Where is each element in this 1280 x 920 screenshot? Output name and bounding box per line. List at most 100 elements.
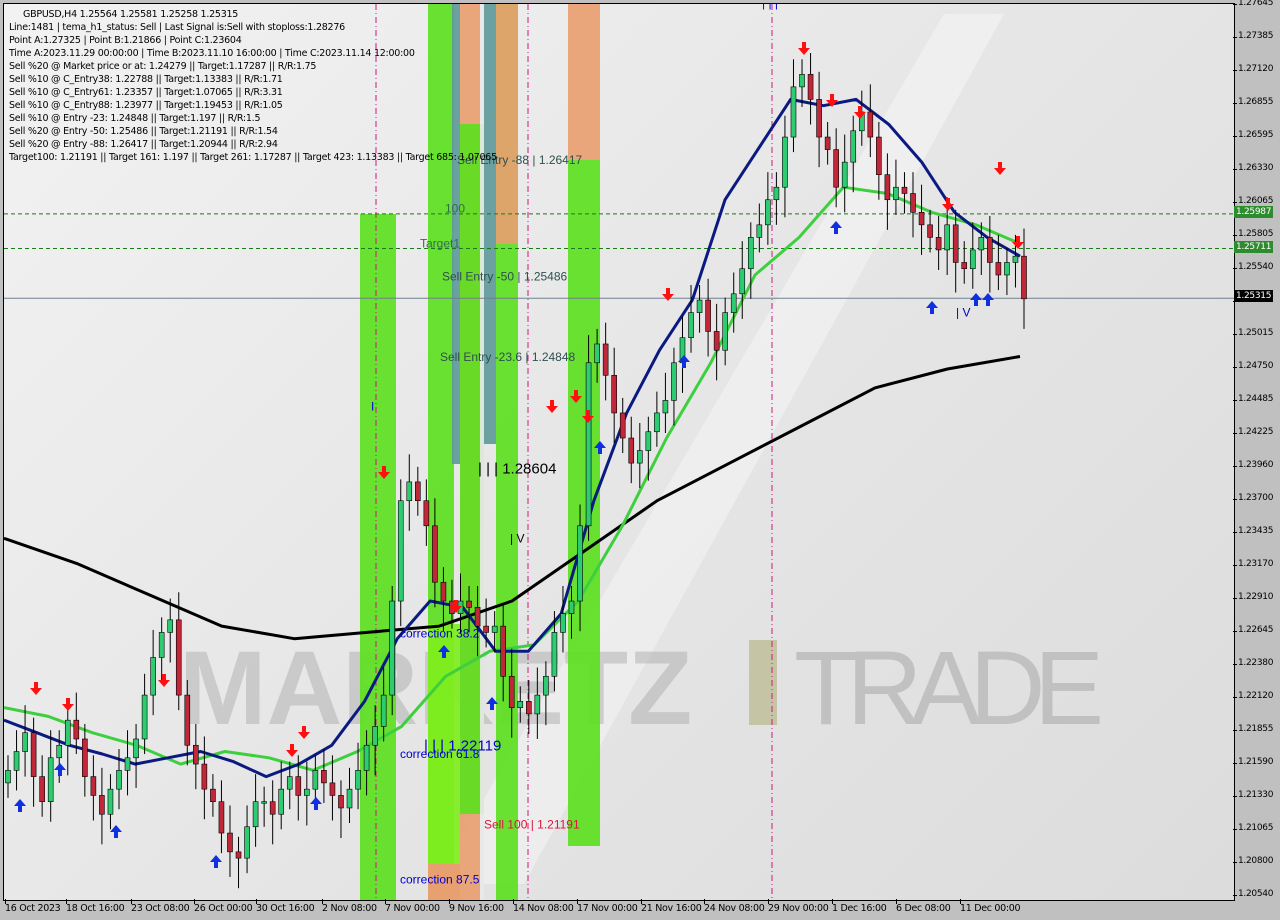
x-tick-label: 14 Nov 08:00 <box>513 899 574 914</box>
sell-arrow-icon <box>798 42 810 55</box>
bear-candle-body <box>440 581 447 602</box>
candle <box>1004 247 1010 296</box>
level-price-label: 1.25711 <box>1234 240 1274 253</box>
chart-annotation: Sell 100 | 1.21191 <box>484 817 580 831</box>
bull-candle-body <box>389 600 396 696</box>
bear-candle-body <box>483 625 489 633</box>
info-line: Point A:1.27325 | Point B:1.21866 | Poin… <box>9 35 242 46</box>
bear-candle-body <box>807 74 814 100</box>
candle <box>304 761 310 826</box>
info-line: Sell %10 @ Entry -23: 1.24848 || Target:… <box>9 113 261 124</box>
bull-candle-body <box>534 694 541 715</box>
bull-candle-body <box>730 293 737 313</box>
time-axis[interactable]: 16 Oct 2023 18 Oct 16:00 23 Oct 08:00 26 Oc… <box>0 899 1234 920</box>
candle <box>415 466 421 516</box>
bull-candle-body <box>1004 262 1010 276</box>
y-tick-label: 1.27120 <box>1232 63 1274 74</box>
chart-area[interactable]: MARKETZTRADE Sell Entry -88 | 1.26417100… <box>3 3 1235 901</box>
candle <box>679 316 686 393</box>
y-tick-label: 1.26065 <box>1232 196 1274 207</box>
y-tick-label: 1.23435 <box>1232 525 1274 536</box>
candle <box>107 774 114 830</box>
info-line: Sell %20 @ Market price or at: 1.24279 |… <box>9 61 317 72</box>
bear-candle-body <box>713 331 720 351</box>
price-axis[interactable]: 1.27645 1.27385 1.27120 1.26855 1.26595 1.263… <box>1232 0 1280 920</box>
current-price-label: 1.25315 <box>1234 290 1274 303</box>
bull-candle-body <box>244 826 250 859</box>
bear-candle-body <box>227 832 233 853</box>
x-tick-label: 1 Dec 16:00 <box>832 899 887 914</box>
candle <box>713 303 720 381</box>
bear-candle-body <box>987 237 993 263</box>
bear-candle-body <box>918 211 925 226</box>
x-tick-label: 6 Dec 08:00 <box>896 899 951 914</box>
level-price-label: 1.25987 <box>1234 205 1274 218</box>
bear-candle-body <box>628 437 635 464</box>
bull-candle-body <box>577 525 583 602</box>
candle <box>158 617 165 683</box>
bear-candle-body <box>619 412 626 439</box>
info-line: Sell %10 @ C_Entry61: 1.23357 || Target:… <box>9 87 283 98</box>
buy-arrow-icon <box>14 799 26 812</box>
bull-candle-body <box>765 199 771 226</box>
bear-candle-body <box>500 625 506 677</box>
bull-candle-body <box>671 362 677 401</box>
candle <box>765 172 771 245</box>
bear-candle-body <box>184 694 191 746</box>
y-tick-label: 1.23700 <box>1232 492 1274 503</box>
bull-candle-body <box>167 619 174 633</box>
candle <box>935 216 942 270</box>
bull-candle-body <box>261 801 267 804</box>
candle <box>39 755 45 817</box>
candle <box>269 780 276 845</box>
bull-candle-body <box>969 249 976 270</box>
bear-candle-body <box>961 262 968 270</box>
bull-candle-body <box>551 632 558 677</box>
bull-candle-body <box>747 237 754 270</box>
candle <box>150 629 156 716</box>
candle <box>346 767 353 824</box>
candle <box>406 454 413 531</box>
watermark-bar <box>749 640 777 725</box>
candle <box>705 278 711 357</box>
bear-candle-body <box>338 795 344 809</box>
x-tick-label: 9 Nov 16:00 <box>449 899 504 914</box>
candle <box>321 749 327 803</box>
info-line: Sell %20 @ Entry -50: 1.25486 || Target:… <box>9 126 278 137</box>
bear-candle-body <box>466 600 472 608</box>
y-tick-label: 1.20800 <box>1232 856 1274 867</box>
y-tick-label: 1.26595 <box>1232 129 1274 140</box>
bull-candle-body <box>278 788 285 815</box>
bull-candle-body <box>850 130 857 163</box>
candle <box>739 241 746 319</box>
bull-candle-body <box>739 268 746 295</box>
candle <box>807 53 814 125</box>
bull-candle-body <box>116 770 122 790</box>
bear-candle-body <box>1021 255 1027 300</box>
candle <box>397 479 404 627</box>
bull-candle-body <box>286 776 293 790</box>
candle <box>22 705 28 777</box>
candle <box>782 115 788 218</box>
candle <box>918 184 925 255</box>
bear-candle-body <box>508 675 515 708</box>
bull-candle-body <box>56 744 63 759</box>
candle <box>654 391 660 447</box>
bull-candle-body <box>397 500 404 602</box>
chart-annotation: I <box>371 400 374 414</box>
bull-candle-body <box>133 738 139 759</box>
y-tick-label: 1.22380 <box>1232 658 1274 669</box>
bear-candle-body <box>175 619 182 696</box>
chart-annotation: | V <box>510 531 524 545</box>
candle <box>329 755 336 821</box>
candle <box>133 723 139 788</box>
bear-candle-body <box>39 776 45 802</box>
y-tick-label: 1.27385 <box>1232 30 1274 41</box>
y-tick-label: 1.25805 <box>1232 228 1274 239</box>
y-tick-label: 1.25015 <box>1232 327 1274 338</box>
y-tick-label: 1.25540 <box>1232 261 1274 272</box>
candle <box>201 736 208 820</box>
bear-candle-body <box>833 149 839 188</box>
buy-arrow-icon <box>982 293 994 306</box>
chart-annotation: Sell Entry -50 | 1.25486 <box>442 270 568 284</box>
